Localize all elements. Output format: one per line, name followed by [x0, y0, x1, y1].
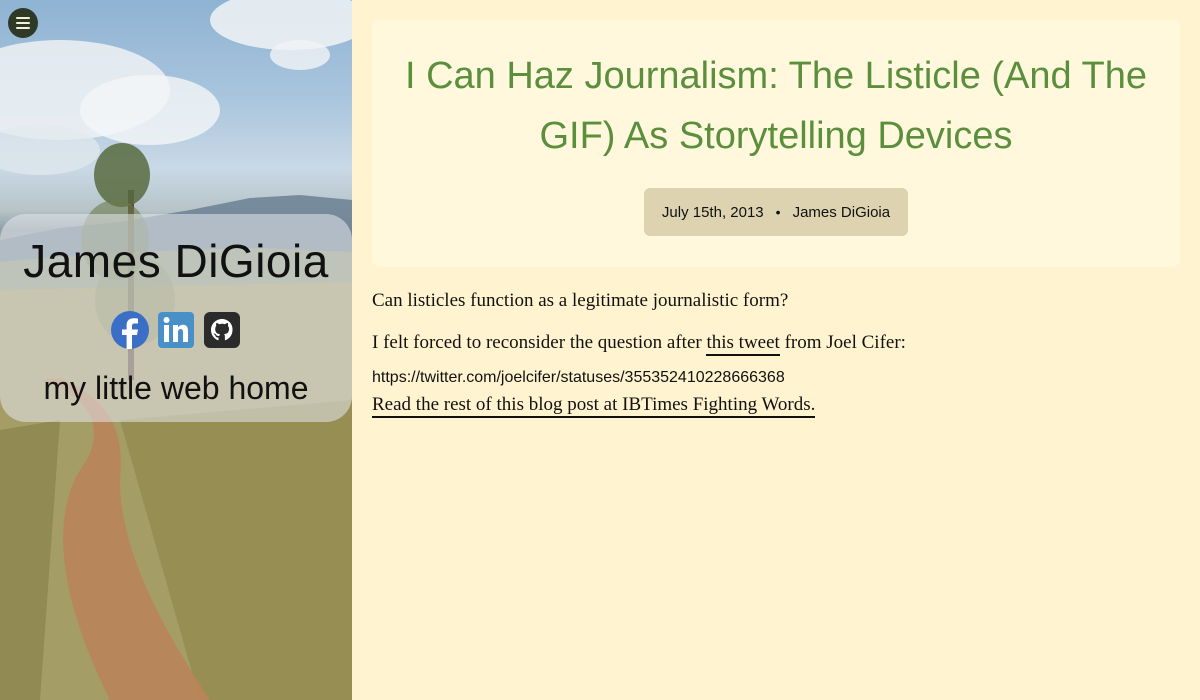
facebook-link[interactable]: [111, 311, 149, 349]
post-paragraph: I felt forced to reconsider the question…: [372, 330, 1180, 356]
menu-button[interactable]: [8, 8, 38, 38]
profile-card: James DiGioia my little web home: [0, 214, 352, 422]
profile-tagline: my little web home: [43, 370, 309, 406]
linkedin-link[interactable]: [157, 311, 195, 349]
read-more-link[interactable]: Read the rest of this blog post at IBTim…: [372, 394, 816, 418]
post-author: James DiGioia: [792, 203, 891, 221]
facebook-icon: [111, 311, 149, 349]
post-header: I Can Haz Journalism: The Listicle (And …: [372, 20, 1180, 267]
linkedin-icon: [158, 312, 194, 348]
github-icon: [204, 312, 240, 348]
tweet-embed-url: https://twitter.com/joelcifer/statuses/3…: [372, 369, 785, 386]
meta-separator: •: [775, 204, 781, 220]
read-more-paragraph: Read the rest of this blog post at IBTim…: [372, 392, 1180, 418]
github-link[interactable]: [203, 311, 241, 349]
profile-name: James DiGioia: [23, 235, 329, 287]
main-content: I Can Haz Journalism: The Listicle (And …: [352, 0, 1200, 700]
sidebar: James DiGioia my little web home: [0, 0, 352, 700]
hamburger-menu-icon: [16, 17, 30, 19]
post-title: I Can Haz Journalism: The Listicle (And …: [404, 55, 1148, 157]
post-date: July 15th, 2013: [661, 203, 764, 221]
tweet-link[interactable]: this tweet: [706, 332, 780, 356]
social-links: [0, 311, 352, 349]
post-paragraph: Can listicles function as a legitimate j…: [372, 290, 789, 311]
post-meta: July 15th, 2013 • James DiGioia: [644, 188, 908, 236]
post-body: Can listicles function as a legitimate j…: [372, 288, 1180, 418]
